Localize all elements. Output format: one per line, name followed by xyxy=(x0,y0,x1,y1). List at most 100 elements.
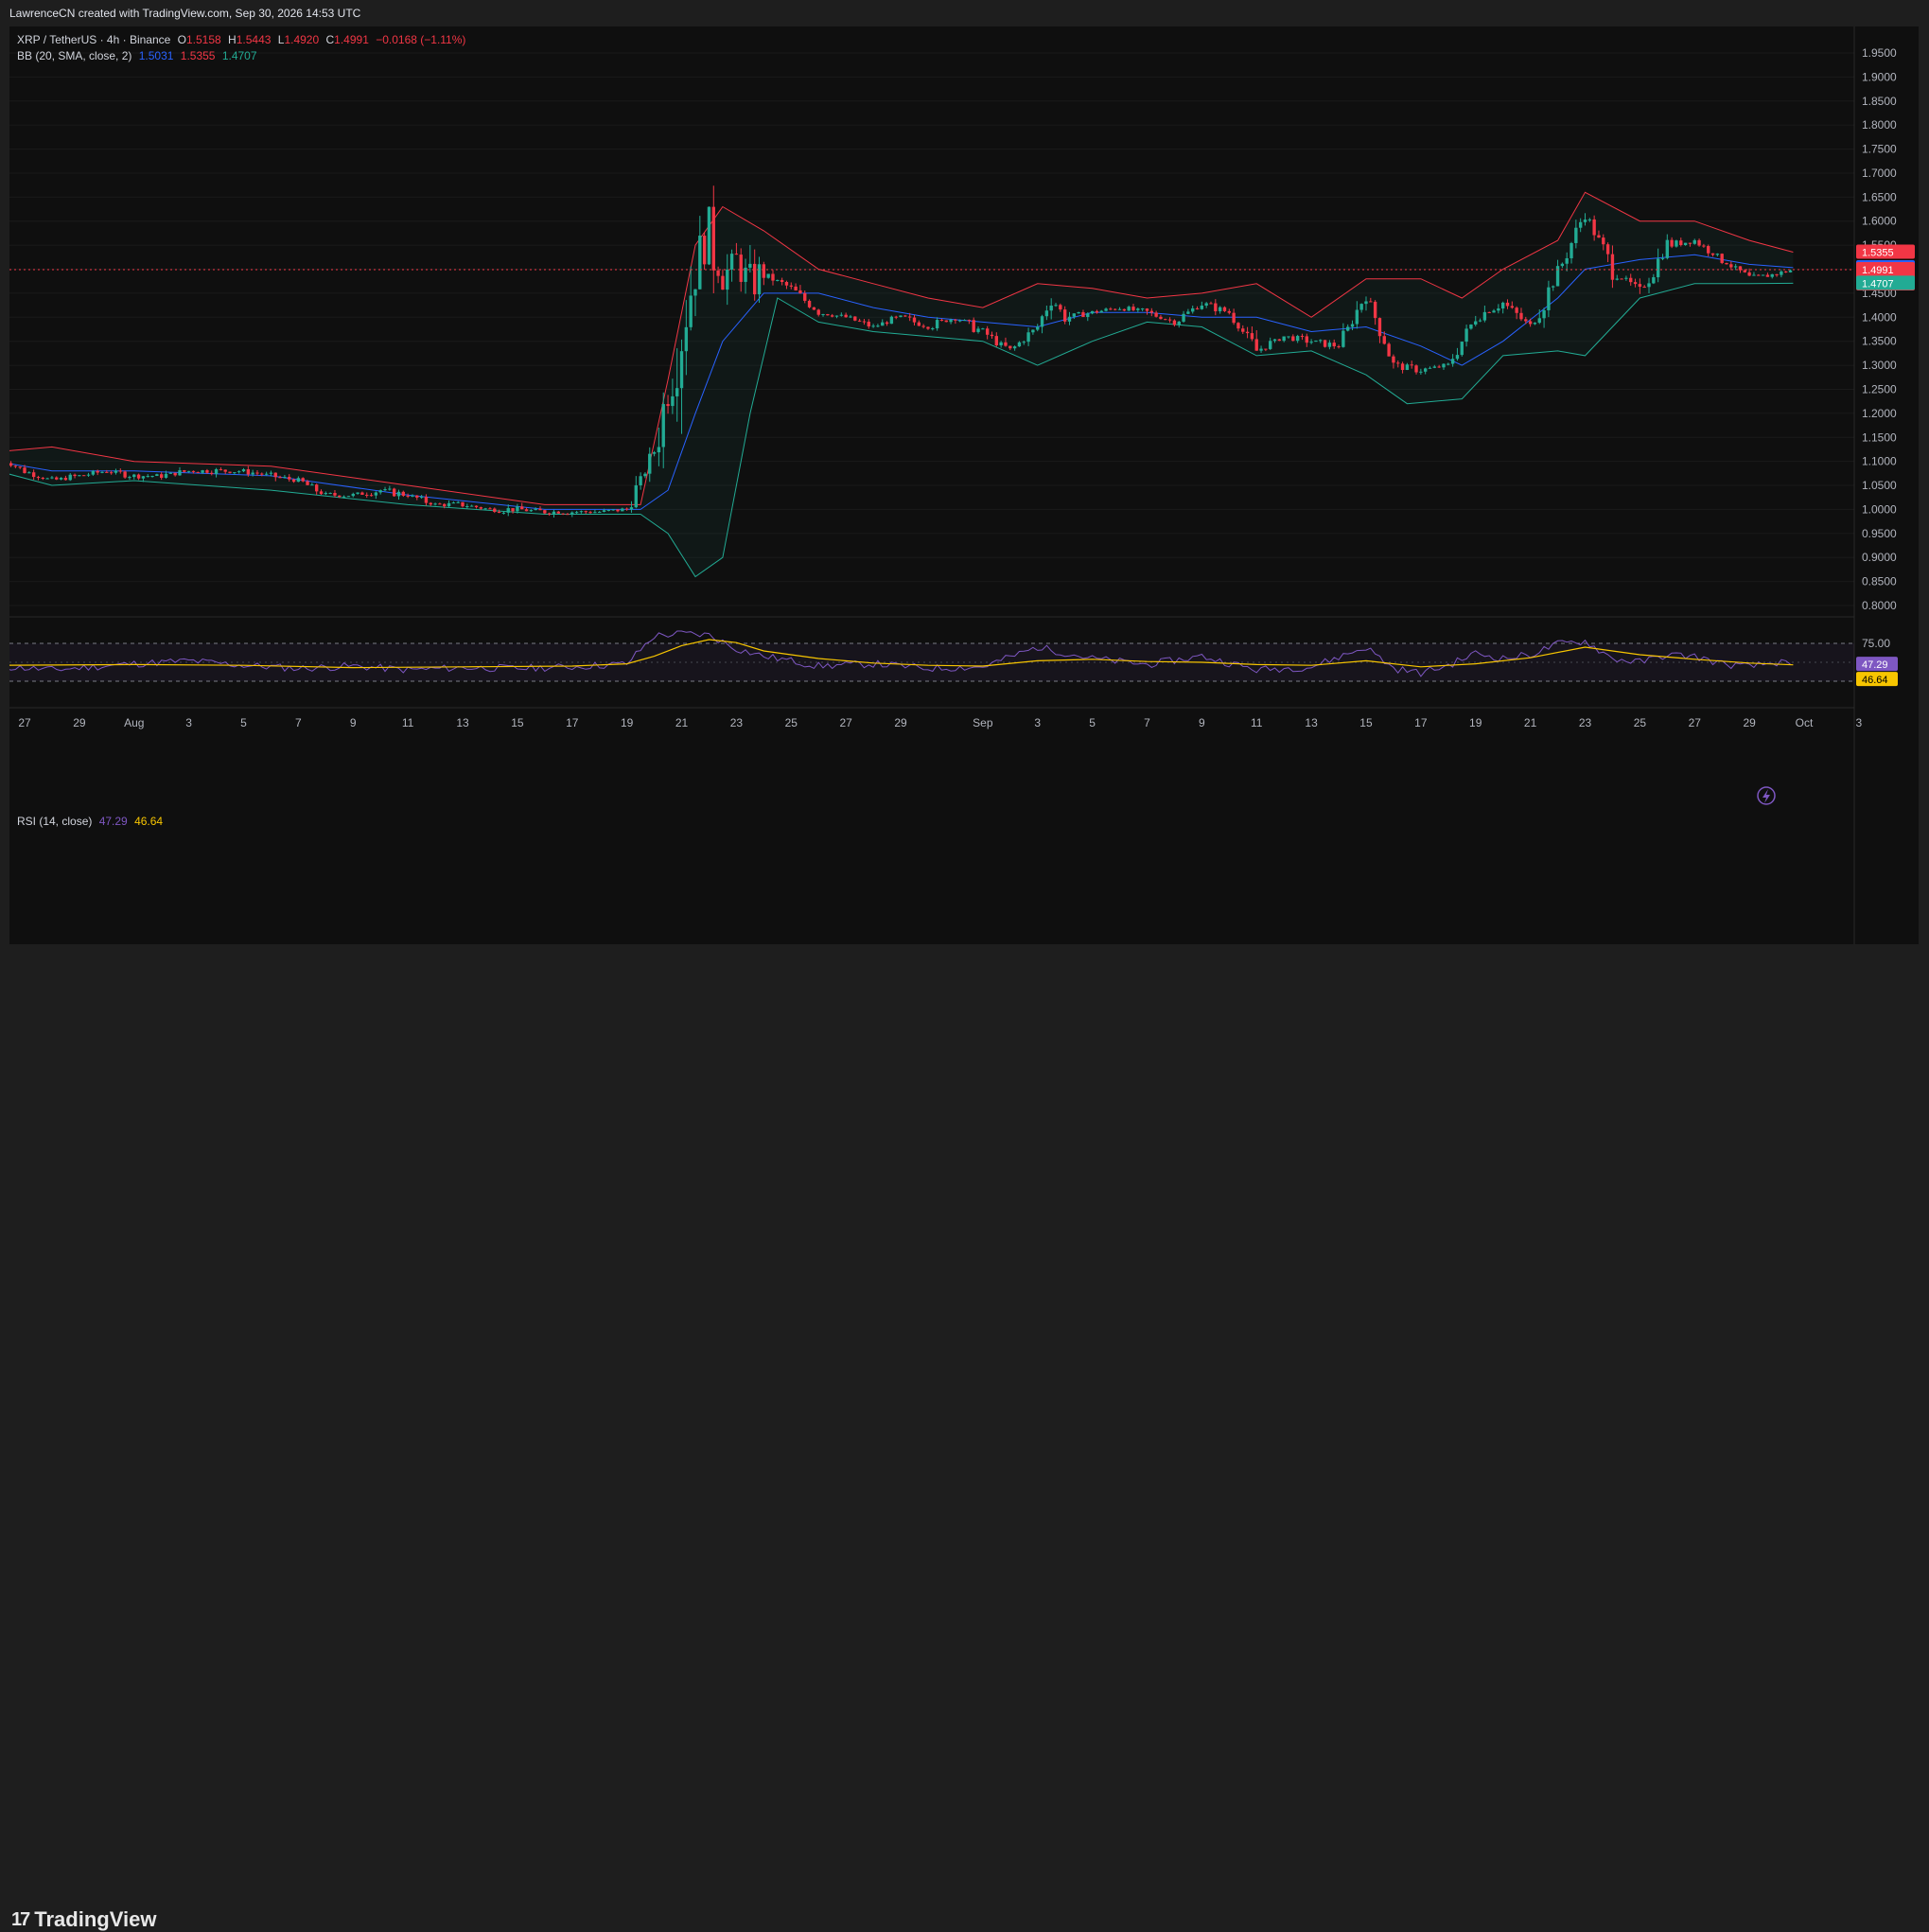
candle-body xyxy=(1195,307,1200,309)
candle-body xyxy=(784,282,789,286)
candle-body xyxy=(849,316,852,318)
symbol-legend[interactable]: XRP / TetherUS · 4h · Binance O1.5158 H1… xyxy=(17,33,469,46)
candle-body xyxy=(465,506,469,508)
candle-body xyxy=(310,484,314,486)
candle-body xyxy=(1455,355,1460,360)
open-label: O xyxy=(177,33,186,46)
time-tick-label: 11 xyxy=(1251,716,1263,729)
time-tick-label: Aug xyxy=(124,716,144,729)
candle-body xyxy=(675,388,679,396)
time-tick-label: 29 xyxy=(1743,716,1756,729)
candle-body xyxy=(1044,310,1049,317)
candle-body xyxy=(1578,221,1583,228)
time-tick-label: 17 xyxy=(1414,716,1428,729)
candle-body xyxy=(1081,311,1085,318)
candle-body xyxy=(1127,307,1131,311)
candle-body xyxy=(753,263,757,295)
candle-body xyxy=(1765,274,1770,277)
candle-body xyxy=(1780,271,1783,275)
candle-body xyxy=(511,508,515,512)
candle-body xyxy=(629,507,634,510)
candle-body xyxy=(342,496,346,498)
candle-body xyxy=(598,511,602,513)
candle-body xyxy=(9,463,13,466)
candle-body xyxy=(570,512,574,515)
candle-body xyxy=(1692,239,1696,244)
candle-body xyxy=(1487,311,1491,313)
candle-body xyxy=(899,315,903,318)
candle-body xyxy=(1624,277,1628,279)
time-tick-label: 15 xyxy=(1359,716,1373,729)
candle-body xyxy=(602,510,606,512)
candle-body xyxy=(469,505,474,507)
price-tick-label: 1.8500 xyxy=(1862,95,1897,108)
candle-body xyxy=(1574,227,1578,243)
candle-body xyxy=(433,503,437,505)
time-tick-label: 15 xyxy=(511,716,524,729)
candle-body xyxy=(876,325,880,327)
last-price-tag: 1.4991 xyxy=(1862,265,1894,276)
candle-body xyxy=(1428,367,1432,369)
candle-body xyxy=(351,493,355,497)
candle-body xyxy=(757,264,762,295)
candle-body xyxy=(907,316,912,318)
candle-body xyxy=(1629,277,1633,283)
candle-body xyxy=(1560,263,1565,267)
candle-body xyxy=(976,328,980,332)
candle-body xyxy=(881,322,885,326)
candle-body xyxy=(73,474,77,477)
candle-body xyxy=(378,490,382,493)
candle-body xyxy=(1172,320,1177,325)
candle-body xyxy=(191,470,196,472)
candle-body xyxy=(826,314,830,316)
candle-body xyxy=(561,513,565,515)
candle-body xyxy=(186,470,191,472)
candle-body xyxy=(593,512,597,514)
candle-body xyxy=(369,495,374,497)
candle-body xyxy=(1555,266,1560,287)
candle-body xyxy=(328,493,332,495)
candle-body xyxy=(1547,287,1551,310)
candle-body xyxy=(1743,270,1746,272)
lower-band-tag: 1.4707 xyxy=(1862,278,1894,290)
candle-body xyxy=(739,255,743,282)
chart-canvas[interactable]: 1.9500 1.9000 1.8500 1.8000 1.7500 1.7000 1.65… xyxy=(0,26,1919,944)
tradingview-brand[interactable]: 17 TradingView xyxy=(11,1907,156,1932)
candle-body xyxy=(903,315,907,317)
candle-body xyxy=(36,477,41,479)
candle-body xyxy=(283,477,287,479)
low-value: 1.4920 xyxy=(284,33,320,46)
time-tick-label: 27 xyxy=(1689,716,1702,729)
candle-body xyxy=(1186,311,1190,314)
bb-legend[interactable]: BB (20, SMA, close, 2) 1.5031 1.5355 1.4… xyxy=(17,49,261,62)
candle-body xyxy=(520,506,524,510)
candle-body xyxy=(146,476,149,478)
bottom-bar: 17 TradingView xyxy=(0,944,1929,1931)
rsi-ma-tag: 46.64 xyxy=(1862,675,1888,686)
candle-body xyxy=(96,470,99,473)
candle-body xyxy=(1400,363,1405,371)
candle-body xyxy=(1620,278,1623,280)
candle-body xyxy=(935,320,939,329)
candle-body xyxy=(1077,311,1080,314)
candle-body xyxy=(1062,309,1067,322)
candle-body xyxy=(524,509,529,512)
candle-body xyxy=(1570,242,1573,258)
time-tick-label: 3 xyxy=(185,716,192,729)
rsi-ma-value: 46.64 xyxy=(134,815,164,828)
candle-body xyxy=(538,508,542,511)
candle-body xyxy=(1442,363,1446,368)
candle-body xyxy=(1615,278,1619,280)
candle-body xyxy=(1405,364,1410,371)
candle-body xyxy=(1319,340,1323,342)
candle-body xyxy=(917,322,921,326)
candle-body xyxy=(1474,321,1478,325)
candle-body xyxy=(807,300,812,307)
candle-body xyxy=(698,236,702,290)
rsi-legend[interactable]: RSI (14, close) 47.29 46.64 xyxy=(17,815,167,828)
candle-body xyxy=(889,316,894,325)
candle-body xyxy=(1770,273,1774,277)
candle-body xyxy=(251,472,254,475)
time-tick-label: 27 xyxy=(839,716,852,729)
chart-area[interactable]: 1.9500 1.9000 1.8500 1.8000 1.7500 1.7000 1.65… xyxy=(0,26,1919,944)
